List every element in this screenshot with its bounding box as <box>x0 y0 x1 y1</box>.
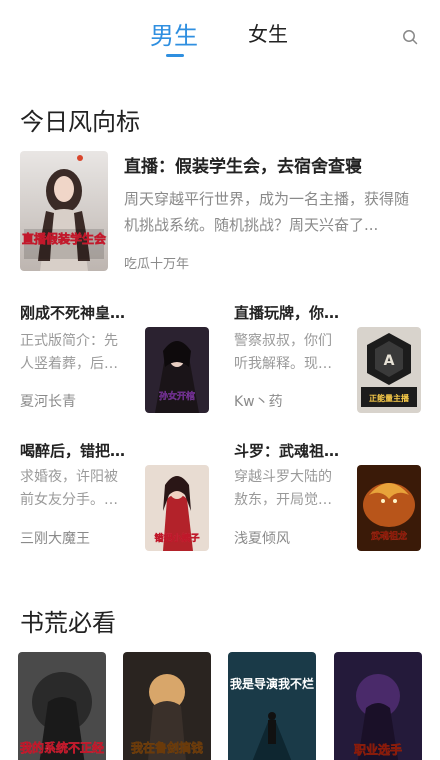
featured-cover-title: 直播假装学生会 <box>22 231 107 246</box>
book-cover[interactable]: 职业选手 <box>334 652 422 760</box>
book-desc: 正式版简介：先人竖着葬，后… <box>20 333 118 372</box>
featured-book-desc: 周天穿越平行世界，成为一名主播，获得随机挑战系统。随机挑战？周天兴奋了... <box>124 190 410 234</box>
featured-book-author: 吃瓜十万年 <box>124 257 190 272</box>
book-cover-title: 我的系统不正经 <box>20 740 104 755</box>
book-desc: 穿越斗罗大陆的敖东，开局觉… <box>234 469 332 508</box>
featured-book-title[interactable]: 直播：假装学生会，去宿舍查寝 <box>124 152 424 177</box>
book-title[interactable]: 直播玩牌，你… <box>234 302 352 323</box>
book-cover[interactable]: 我是导演我不烂 <box>228 652 316 760</box>
book-title[interactable]: 喝醉后，错把… <box>20 440 138 461</box>
book-desc: 求婚夜，许阳被前女友分手。… <box>20 469 118 508</box>
book-author: 夏河长青 <box>20 394 76 410</box>
book-cover[interactable]: 错把小姨子 <box>145 465 209 551</box>
section-title-today: 今日风向标 <box>20 108 140 136</box>
book-cover[interactable]: A 正能量主播 <box>357 327 421 413</box>
book-title[interactable]: 斗罗：武魂祖… <box>234 440 352 461</box>
book-author: Kw丶药 <box>234 394 283 410</box>
featured-book-cover[interactable]: 直播假装学生会 <box>20 151 108 271</box>
book-cover[interactable]: 武魂祖龙 <box>357 465 421 551</box>
book-cover-title: 正能量主播 <box>369 393 410 403</box>
search-icon[interactable] <box>402 29 418 45</box>
tab-female[interactable]: 女生 <box>248 18 288 47</box>
book-cover[interactable]: 我在鲁剑搞钱 <box>123 652 211 760</box>
book-cover-title: 职业选手 <box>354 742 402 757</box>
active-tab-indicator <box>166 54 184 57</box>
book-cover-title: 错把小姨子 <box>154 532 199 544</box>
book-cover-title: 我在鲁剑搞钱 <box>131 740 203 755</box>
book-cover-title: 武魂祖龙 <box>371 530 407 542</box>
book-cover-title: 孙女开棺 <box>159 390 195 402</box>
book-author: 三刚大魔王 <box>20 531 90 547</box>
top-nav: 男生 女生 <box>0 0 440 64</box>
book-cover-title: 我是导演我不烂 <box>230 676 314 691</box>
tab-male[interactable]: 男生 <box>150 16 198 51</box>
book-cover[interactable]: 我的系统不正经 <box>18 652 106 760</box>
book-desc: 警察叔叔，你们听我解释。现… <box>234 333 332 372</box>
book-author: 浅夏倾风 <box>234 531 290 547</box>
book-cover[interactable]: 孙女开棺 <box>145 327 209 413</box>
book-title[interactable]: 刚成不死神皇… <box>20 302 138 323</box>
section-title-must-read: 书荒必看 <box>20 609 116 637</box>
svg-text:A: A <box>384 353 395 369</box>
